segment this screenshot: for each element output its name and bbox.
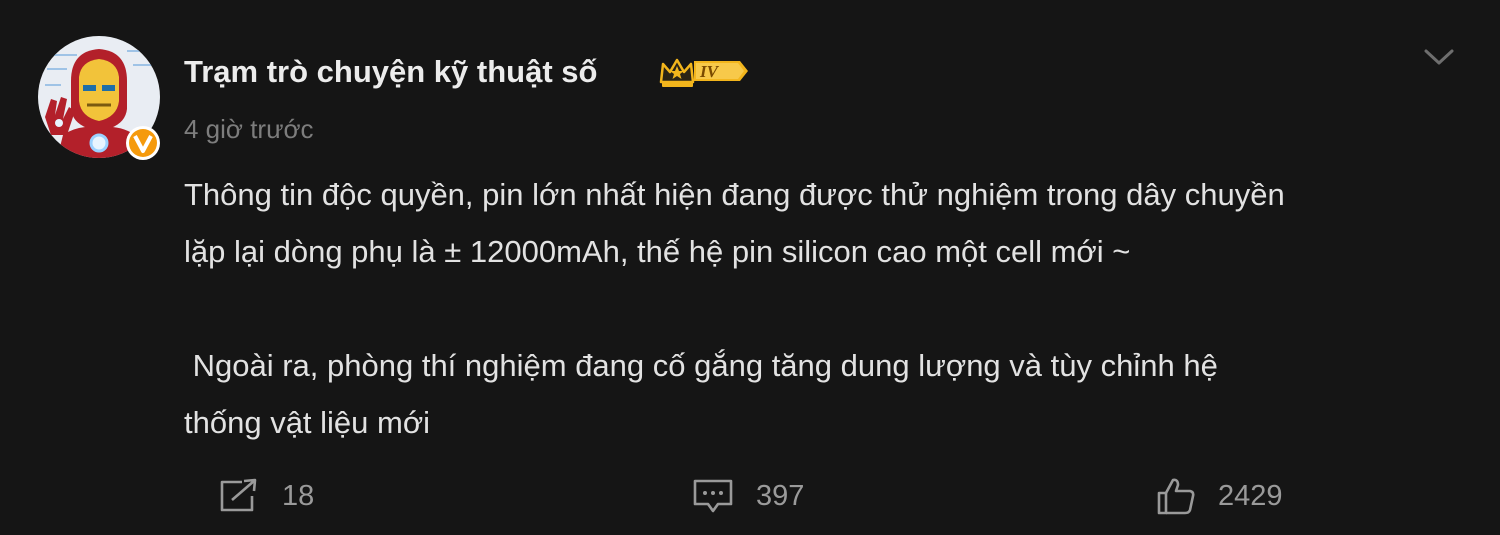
weibo-post: Trạm trò chuyện kỹ thuật số IV 4 giờ trư…	[0, 0, 1500, 535]
post-action-bar: 18 397 2429	[0, 470, 1500, 522]
author-name[interactable]: Trạm trò chuyện kỹ thuật số	[184, 50, 597, 94]
member-level-badge[interactable]: IV	[658, 52, 750, 90]
share-icon	[218, 478, 260, 514]
thumbs-up-icon	[1156, 476, 1196, 516]
comment-button[interactable]: 397	[692, 470, 804, 522]
level-text: IV	[699, 62, 720, 81]
comment-count: 397	[756, 480, 805, 512]
verified-badge-icon	[125, 125, 161, 161]
like-button[interactable]: 2429	[1156, 470, 1283, 522]
content-line: Thông tin độc quyền, pin lớn nhất hiện đ…	[184, 177, 1285, 212]
like-count: 2429	[1218, 480, 1283, 512]
content-line: lặp lại dòng phụ là ± 12000mAh, thế hệ p…	[184, 234, 1131, 269]
chevron-down-icon[interactable]	[1422, 42, 1456, 72]
comment-icon	[692, 477, 734, 515]
share-count: 18	[282, 480, 315, 512]
post-content: Thông tin độc quyền, pin lớn nhất hiện đ…	[184, 166, 1474, 451]
post-timestamp: 4 giờ trước	[184, 114, 314, 144]
content-line: thống vật liệu mới	[184, 405, 431, 440]
content-line: Ngoài ra, phòng thí nghiệm đang cố gắng …	[184, 348, 1218, 383]
share-button[interactable]: 18	[218, 470, 314, 522]
